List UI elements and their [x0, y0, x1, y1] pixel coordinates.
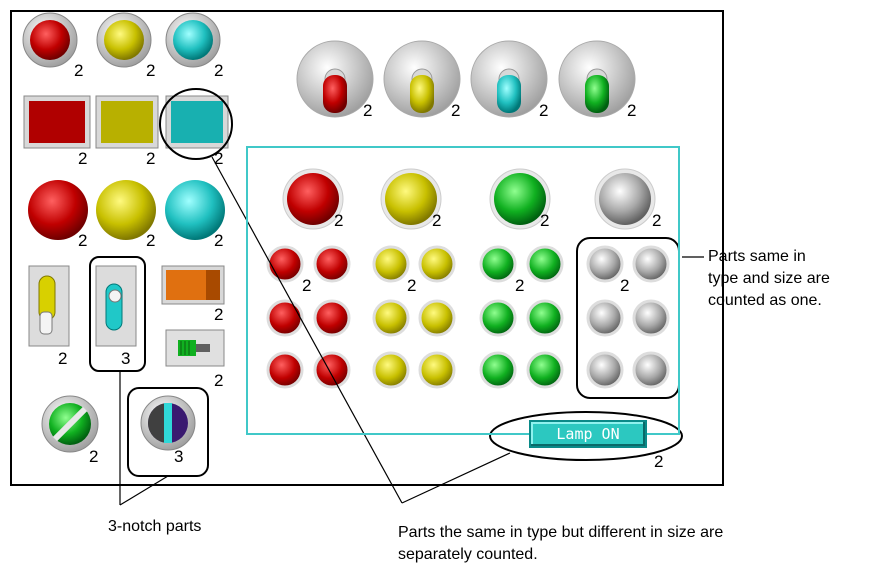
count-lever-red: 2 [363, 101, 373, 120]
round-button-yellow [96, 12, 152, 68]
note-line: type and size are [708, 270, 830, 287]
count-lamp-on-button: 2 [654, 452, 664, 471]
lever-switch-yellow [383, 40, 461, 118]
toggle-switch-yellow [28, 265, 70, 347]
toggle-switch-cyan [95, 265, 137, 347]
count-square-cyan: 2 [214, 149, 224, 168]
square-button-red [23, 95, 91, 149]
orange-switch [161, 265, 225, 305]
count-square-red: 2 [78, 149, 88, 168]
count-small-yellow: 2 [407, 276, 417, 295]
note-same-type-size: Parts same in type and size are counted … [708, 246, 830, 312]
note-line: counted as one. [708, 292, 822, 309]
note-three-notch: 3-notch parts [108, 518, 202, 535]
green-slider-switch [165, 329, 225, 367]
count-lamp-gray: 2 [652, 211, 662, 230]
count-lamp-red: 2 [334, 211, 344, 230]
lamp-on-label: Lamp ON [556, 425, 620, 443]
count-small-gray: 2 [620, 276, 630, 295]
note-line: Parts same in [708, 248, 806, 265]
count-small-green: 2 [515, 276, 525, 295]
lever-switch-cyan [470, 40, 548, 118]
count-lamp-yellow: 2 [432, 211, 442, 230]
count-small-red: 2 [302, 276, 312, 295]
count-round-yellow: 2 [146, 61, 156, 80]
count-round-cyan: 2 [214, 61, 224, 80]
lever-switch-red [296, 40, 374, 118]
blue-selector-switch [140, 395, 196, 451]
count-lever-green: 2 [627, 101, 637, 120]
count-round-red: 2 [74, 61, 84, 80]
count-square-yellow: 2 [146, 149, 156, 168]
lever-switch-green [558, 40, 636, 118]
count-lamp-green: 2 [540, 211, 550, 230]
count-big-red: 2 [78, 231, 88, 250]
note-line: Parts the same in type but different in … [398, 524, 724, 541]
count-green-selector: 2 [89, 447, 99, 466]
count-blue-selector: 3 [174, 447, 184, 466]
note-line: separately counted. [398, 546, 538, 563]
count-big-cyan: 2 [214, 231, 224, 250]
round-button-cyan [165, 12, 221, 68]
square-button-cyan [165, 95, 229, 149]
count-toggle-cyan: 3 [121, 349, 131, 368]
count-toggle-yellow: 2 [58, 349, 68, 368]
round-button-red [22, 12, 78, 68]
count-big-yellow: 2 [146, 231, 156, 250]
lamp-on-button[interactable]: Lamp ON [529, 420, 647, 448]
count-orange-switch: 2 [214, 305, 224, 324]
square-button-yellow [95, 95, 159, 149]
count-lever-cyan: 2 [539, 101, 549, 120]
note-different-size: Parts the same in type but different in … [398, 522, 723, 566]
green-selector-switch [41, 395, 99, 453]
count-green-slider: 2 [214, 371, 224, 390]
count-lever-yellow: 2 [451, 101, 461, 120]
